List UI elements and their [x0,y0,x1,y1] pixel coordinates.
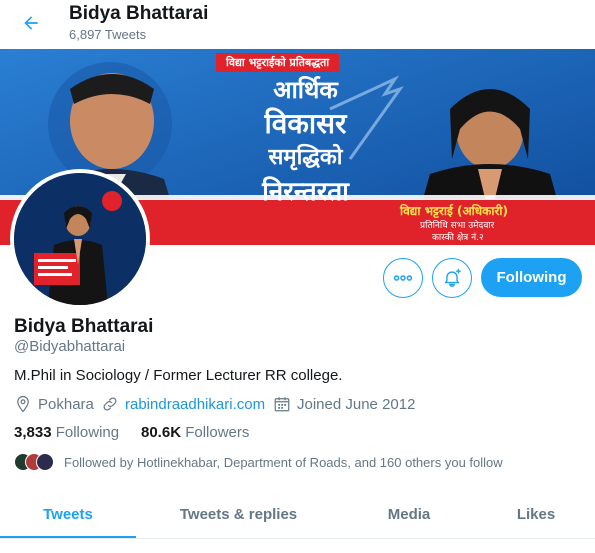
profile-bio: M.Phil in Sociology / Former Lecturer RR… [14,367,343,384]
link-icon [103,397,117,411]
bell-plus-icon [444,268,461,287]
back-button[interactable] [14,6,48,40]
tab-media[interactable]: Media [341,490,477,538]
banner-tag: विद्या भट्टराईको प्रतिबद्धता [216,53,340,72]
location: Pokhara [14,394,94,414]
calendar-icon [274,397,290,412]
banner-headline-line2: विकासर [264,107,347,140]
banner-headline-line3: समृद्धिको [268,145,343,170]
join-date: Joined June 2012 [273,394,415,414]
avatar[interactable] [10,169,150,309]
following-stat[interactable]: 3,833 Following [14,424,119,441]
header-title: Bidya Bhattarai [69,3,209,24]
follower-avatar [36,453,54,471]
website: rabindraadhikari.com [101,394,265,414]
following-button[interactable]: Following [481,258,582,297]
banner-headline-line4: निरन्तरता [262,177,349,207]
banner-candidate-name: विद्या भट्टराई (अधिकारी) [400,204,508,218]
following-label: Following [55,424,120,441]
profile-name: Bidya Bhattarai [14,316,154,337]
banner-headline: आर्थिक विकासर समृद्धिको निरन्तरता [218,73,393,209]
followers-count: 80.6K [141,424,182,441]
followed-by[interactable]: Followed by Hotlinekhabar, Department of… [14,451,503,473]
notifications-button[interactable] [432,258,472,298]
location-text: Pokhara [38,395,94,413]
more-icon [393,275,413,281]
tab-likes[interactable]: Likes [477,490,595,538]
followers-stat[interactable]: 80.6K Followers [141,424,249,441]
follower-avatars [14,452,56,472]
following-count: 3,833 [14,424,52,441]
location-pin-icon [17,395,29,413]
avatar-image [14,173,146,305]
banner-subtitle-2: कास्की क्षेत्र नं.२ [432,233,484,243]
profile-handle: @Bidyabhattarai [14,338,126,355]
arrow-left-icon [24,16,38,30]
followers-label: Followers [185,424,250,441]
top-bar: Bidya Bhattarai 6,897 Tweets [0,0,595,48]
profile-tabs: Tweets Tweets & replies Media Likes [0,490,595,538]
tab-tweets[interactable]: Tweets [0,490,136,538]
join-date-text: Joined June 2012 [297,395,416,413]
tabs-divider [0,538,595,539]
banner-headline-line1: आर्थिक [273,76,338,104]
tweet-count: 6,897 Tweets [69,27,147,42]
more-button[interactable] [383,258,423,298]
followed-by-text: Followed by Hotlinekhabar, Department of… [64,454,503,470]
website-link[interactable]: rabindraadhikari.com [125,396,265,413]
tab-tweets-and-replies[interactable]: Tweets & replies [136,490,341,538]
